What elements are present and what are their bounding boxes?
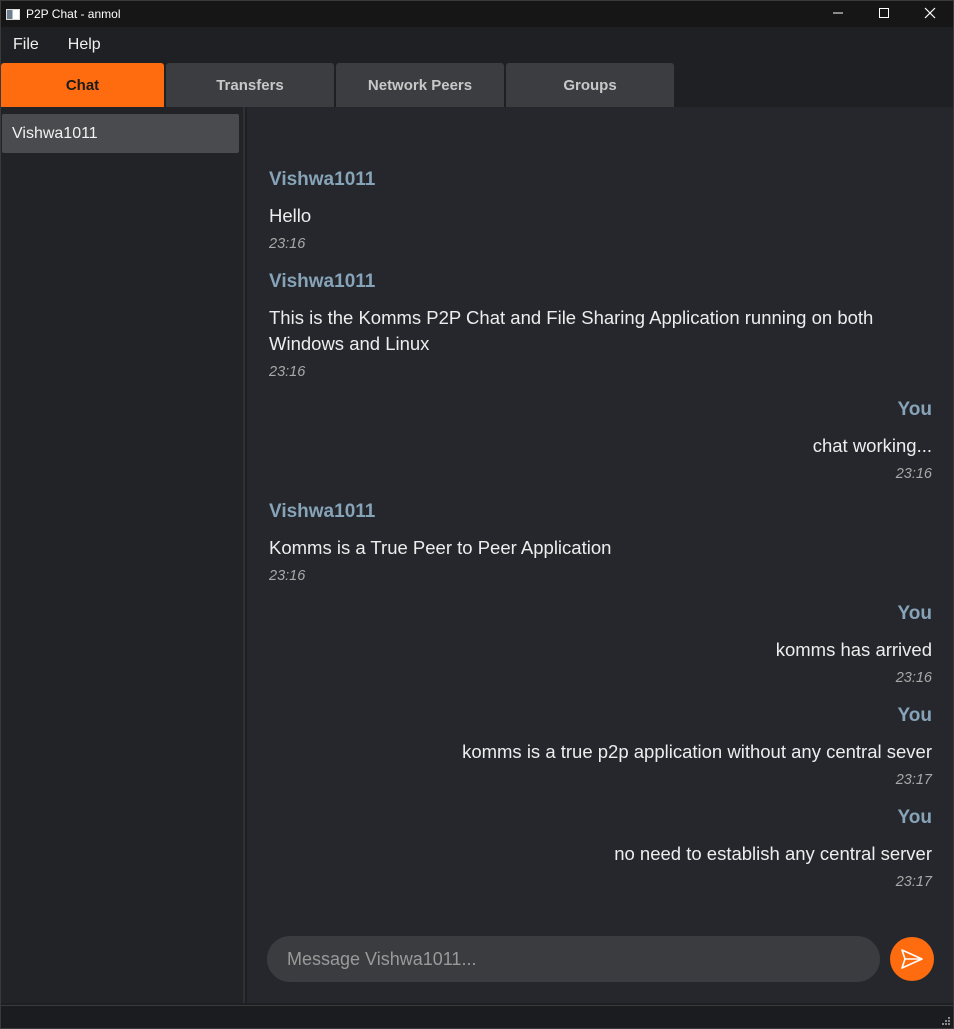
contacts-sidebar: Vishwa1011 [1,107,245,1003]
message-time: 23:16 [269,236,306,252]
message-text: komms is a true p2p application without … [462,741,932,762]
tab-groups[interactable]: Groups [506,63,674,107]
message-item: Vishwa1011 Komms is a True Peer to Peer … [269,499,932,585]
message-item: You chat working... 23:16 [269,397,932,483]
message-sender: You [897,807,932,828]
message-sender: You [897,705,932,726]
tab-transfers[interactable]: Transfers [166,63,334,107]
message-text: Komms is a True Peer to Peer Application [269,537,612,558]
app-window-icon [6,8,20,20]
send-button[interactable] [890,937,934,981]
message-sender: You [897,603,932,624]
close-button[interactable] [907,1,953,25]
chat-panel: Vishwa1011 Hello 23:16 Vishwa1011 This i… [247,107,953,1003]
message-text: komms has arrived [775,639,932,660]
message-item: Vishwa1011 Hello 23:16 [269,167,932,253]
maximize-icon [879,8,889,18]
tab-network-peers[interactable]: Network Peers [336,63,504,107]
message-time: 23:16 [269,364,306,380]
message-text: This is the Komms P2P Chat and File Shar… [269,307,874,354]
message-sender: You [897,399,932,420]
message-item: You komms is a true p2p application with… [269,703,932,789]
message-time: 23:16 [895,670,932,686]
close-icon [924,7,936,19]
status-bar [1,1005,953,1028]
message-input[interactable] [267,936,880,982]
message-sender: Vishwa1011 [269,271,376,292]
tab-chat[interactable]: Chat [1,63,164,107]
message-time: 23:17 [895,772,932,788]
message-time: 23:16 [269,568,306,584]
window-controls [815,1,953,27]
title-bar: P2P Chat - anmol [1,1,953,27]
send-icon [901,949,923,969]
menu-file[interactable]: File [1,27,51,63]
window-title: P2P Chat - anmol [26,7,121,21]
maximize-button[interactable] [861,1,907,25]
menu-bar: File Help [1,27,953,63]
tab-bar: Chat Transfers Network Peers Groups [1,63,953,107]
contact-item-vishwa1011[interactable]: Vishwa1011 [2,114,239,153]
message-sender: Vishwa1011 [269,169,376,190]
message-item: You komms has arrived 23:16 [269,601,932,687]
message-text: chat working... [812,435,932,456]
message-item: You no need to establish any central ser… [269,805,932,891]
message-time: 23:17 [895,874,932,890]
app-window: P2P Chat - anmol File Help Chat Transfer… [0,0,954,1029]
minimize-icon [833,12,843,14]
message-time: 23:16 [895,466,932,482]
menu-help[interactable]: Help [51,27,113,63]
message-sender: Vishwa1011 [269,501,376,522]
message-text: Hello [269,205,312,226]
message-text: no need to establish any central server [614,843,932,864]
minimize-button[interactable] [815,1,861,25]
message-item: Vishwa1011 This is the Komms P2P Chat an… [269,269,932,381]
resize-grip-icon[interactable] [939,1014,951,1026]
